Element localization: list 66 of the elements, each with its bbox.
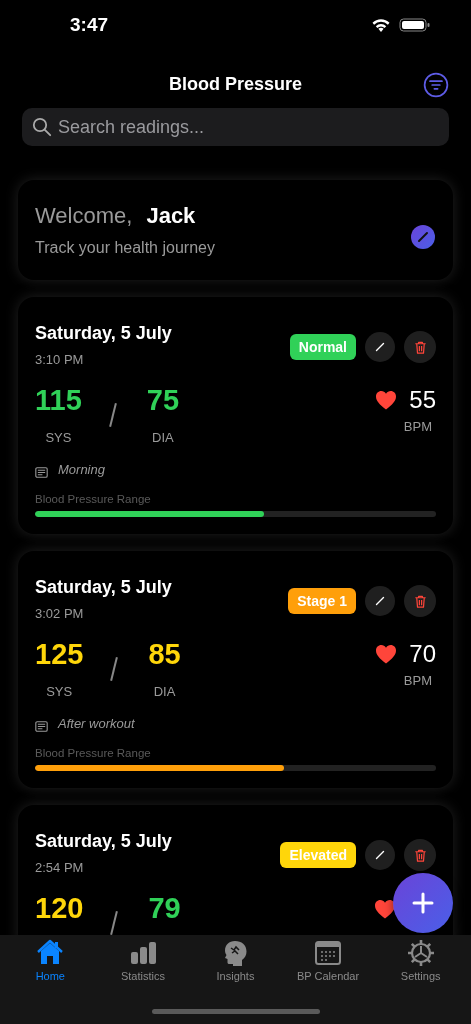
edit-icon[interactable] <box>411 225 435 249</box>
plus-icon <box>411 891 435 915</box>
category-badge: Normal <box>289 334 356 360</box>
search-icon <box>32 117 52 137</box>
user-name: Jack <box>146 203 196 229</box>
reading-date: Saturday, 5 July <box>35 323 172 344</box>
screen-title: Blood Pressure <box>168 73 302 95</box>
delete-button[interactable] <box>404 331 436 363</box>
pulse-value: 55 <box>409 385 436 415</box>
reading-date: Saturday, 5 July <box>35 577 172 598</box>
systolic-value: 125 <box>35 637 84 671</box>
tab-item[interactable]: Statistics <box>97 939 188 982</box>
pulse-value: 70 <box>409 639 436 669</box>
pulse-label: BPM <box>403 419 432 434</box>
trash-icon <box>412 847 428 863</box>
edit-button[interactable] <box>365 840 395 870</box>
reading-time: 2:54 PM <box>35 860 85 875</box>
systolic-label: SYS <box>46 684 73 699</box>
diastolic-value: 75 <box>146 383 180 417</box>
range-label: Blood Pressure Range <box>35 747 152 759</box>
tab-item[interactable]: Home <box>5 939 96 982</box>
diastolic-value: 85 <box>148 637 181 671</box>
note-text: Morning <box>58 462 105 477</box>
range-label: Blood Pressure Range <box>35 493 152 505</box>
bar-chart-icon <box>128 939 157 967</box>
tab-item[interactable]: BP Calendar <box>283 939 374 982</box>
pencil-icon <box>373 848 387 862</box>
note-icon <box>35 718 48 729</box>
tab-item[interactable]: Settings <box>375 939 466 982</box>
filter-icon[interactable] <box>423 72 449 98</box>
category-badge: Stage 1 <box>288 588 356 614</box>
category-badge: Elevated <box>280 842 356 868</box>
heart-icon <box>375 390 398 410</box>
systolic-value: 115 <box>35 383 82 417</box>
tab-item[interactable]: Insights <box>190 939 281 982</box>
delete-button[interactable] <box>404 585 436 617</box>
systolic-label: SYS <box>45 430 72 445</box>
reading-time: 3:10 PM <box>35 352 85 367</box>
trash-icon <box>412 593 428 609</box>
systolic-value: 120 <box>35 891 84 925</box>
edit-button[interactable] <box>365 586 395 616</box>
pencil-icon <box>373 594 387 608</box>
reading-time: 3:02 PM <box>35 606 85 621</box>
edit-button[interactable] <box>365 332 395 362</box>
home-icon <box>36 939 65 967</box>
trash-icon <box>412 339 428 355</box>
battery-icon <box>399 18 431 32</box>
calendar-icon <box>314 939 343 967</box>
status-time: 3:47 <box>70 14 109 36</box>
diastolic-label: DIA <box>153 684 176 699</box>
greeting-text: Welcome, <box>35 203 133 229</box>
heart-icon <box>374 899 396 919</box>
diastolic-value: 79 <box>148 891 181 925</box>
search-field[interactable]: Search readings... <box>22 108 449 146</box>
heart-icon <box>375 644 398 664</box>
diastolic-label: DIA <box>152 430 174 445</box>
note-text: After workout <box>58 716 135 731</box>
delete-button[interactable] <box>404 839 436 871</box>
pencil-icon <box>373 340 387 354</box>
gear-icon <box>406 939 435 967</box>
wifi-icon <box>371 17 391 33</box>
subtitle-text: Track your health journey <box>35 239 215 257</box>
reading-date: Saturday, 5 July <box>35 831 172 852</box>
pulse-label: BPM <box>403 673 432 688</box>
note-icon <box>35 464 48 475</box>
search-input[interactable]: Search readings... <box>58 116 439 138</box>
